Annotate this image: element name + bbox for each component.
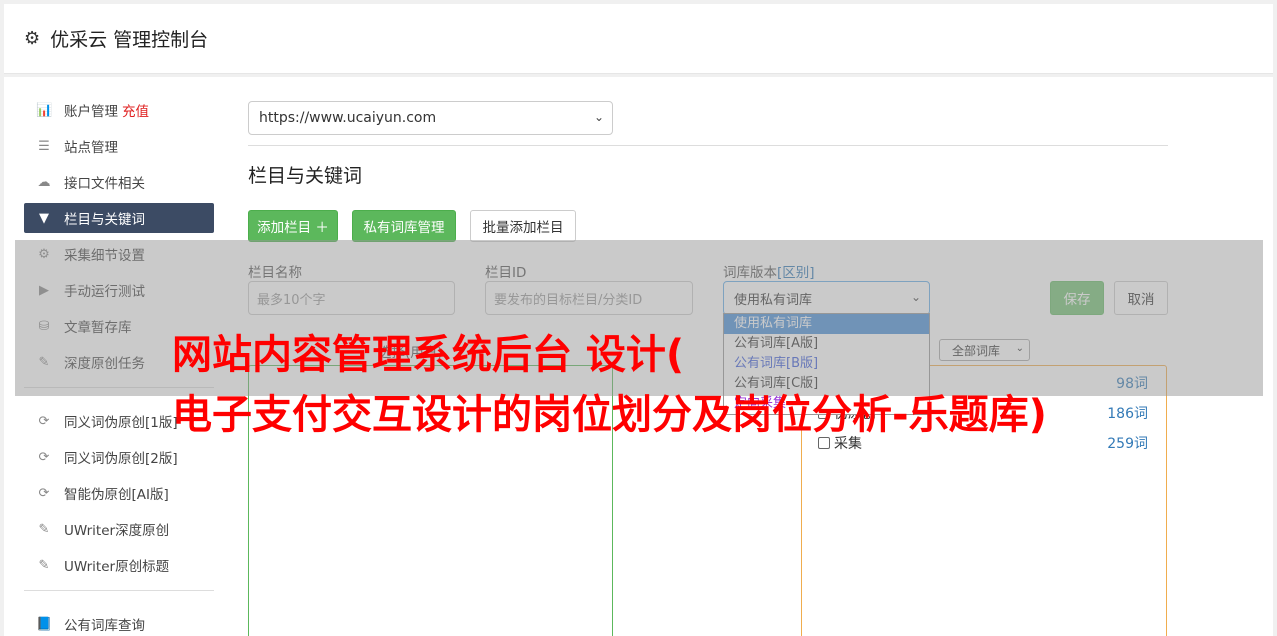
- section-title: 栏目与关键词: [248, 165, 363, 187]
- sidebar-item-label: UWriter原创标题: [64, 559, 170, 575]
- sidebar-item-label: 同义词伪原创[1版]: [64, 415, 178, 431]
- sidebar-item-label: 栏目与关键词: [64, 212, 145, 228]
- bar-chart-icon: 📊: [36, 102, 53, 118]
- library-count: 186词: [1107, 406, 1148, 422]
- sidebar-item-label: UWriter深度原创: [64, 523, 170, 539]
- edit-icon: ✎: [38, 557, 50, 573]
- app-title: 优采云 管理控制台: [50, 29, 209, 51]
- cloud-upload-icon: ☁: [37, 174, 51, 190]
- divider: [248, 145, 1168, 146]
- sidebar-item[interactable]: ⟳ 智能伪原创[AI版]: [24, 478, 214, 508]
- watermark-line-1: 网站内容管理系统后台 设计(: [172, 332, 685, 378]
- sidebar-item[interactable]: ▼ 栏目与关键词: [24, 203, 214, 233]
- site-select[interactable]: https://www.ucaiyun.com ⌄: [248, 101, 613, 135]
- filter-icon: ▼: [39, 210, 49, 226]
- sidebar-item-label: 公有词库查询: [64, 618, 145, 634]
- sidebar-item-label: 智能伪原创[AI版]: [64, 487, 169, 503]
- private-library-button[interactable]: 私有词库管理: [352, 210, 456, 242]
- recharge-link[interactable]: 充值: [122, 100, 149, 120]
- watermark-line-2: 电子支付交互设计的岗位划分及岗位分析-乐题库): [172, 392, 1047, 438]
- batch-add-button[interactable]: 批量添加栏目: [470, 210, 576, 242]
- sidebar-item[interactable]: 📊 账户管理 充值: [24, 95, 214, 125]
- site-select-value: https://www.ucaiyun.com: [259, 110, 437, 126]
- refresh-icon: ⟳: [38, 485, 50, 501]
- sidebar-item-label: 站点管理: [64, 140, 118, 156]
- server-icon: ☰: [38, 138, 50, 154]
- sidebar-item-label: 账户管理: [64, 104, 118, 120]
- sidebar-item-label: 同义词伪原创[2版]: [64, 451, 178, 467]
- chevron-down-icon: ⌄: [593, 110, 604, 124]
- sidebar-item[interactable]: ☁ 接口文件相关: [24, 167, 214, 197]
- add-column-button[interactable]: 添加栏目 ＋: [248, 210, 338, 242]
- library-count: 259词: [1107, 436, 1148, 452]
- sidebar-item[interactable]: ⟳ 同义词伪原创[2版]: [24, 442, 214, 472]
- sidebar-item[interactable]: ☰ 站点管理: [24, 131, 214, 161]
- app-header: ⚙ 优采云 管理控制台: [4, 4, 1273, 74]
- book-icon: 📘: [36, 616, 53, 632]
- refresh-icon: ⟳: [38, 413, 50, 429]
- gear-icon: ⚙: [24, 28, 41, 49]
- sidebar-divider: [24, 590, 214, 591]
- edit-icon: ✎: [38, 521, 50, 537]
- sidebar-item-label: 接口文件相关: [64, 176, 145, 192]
- sidebar-item[interactable]: ✎ UWriter深度原创: [24, 514, 214, 544]
- sidebar-item[interactable]: ✎ UWriter原创标题: [24, 550, 214, 580]
- sidebar-item[interactable]: 📘 公有词库查询: [24, 609, 214, 636]
- refresh-icon: ⟳: [38, 449, 50, 465]
